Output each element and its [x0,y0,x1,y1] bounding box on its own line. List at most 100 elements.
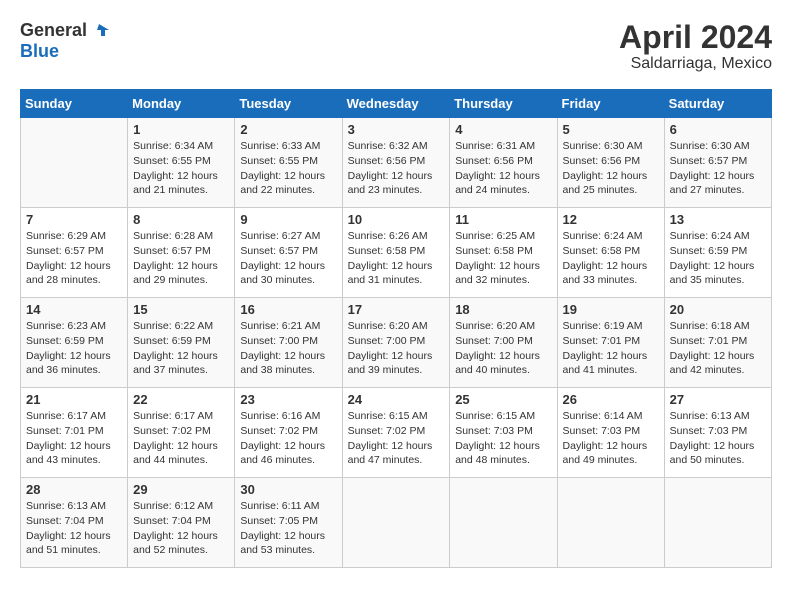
table-row: 3 Sunrise: 6:32 AMSunset: 6:56 PMDaylight… [342,118,450,208]
calendar-title: April 2024 [619,20,772,55]
col-wednesday: Wednesday [342,90,450,118]
cell-date: 1 [133,122,229,137]
table-row: 16 Sunrise: 6:21 AMSunset: 7:00 PMDayligh… [235,298,342,388]
cell-info: Sunrise: 6:33 AMSunset: 6:55 PMDaylight:… [240,139,336,198]
table-row [21,118,128,208]
cell-date: 30 [240,482,336,497]
table-row: 13 Sunrise: 6:24 AMSunset: 6:59 PMDayligh… [664,208,771,298]
calendar-week-row: 7Sunrise: 6:29 AMSunset: 6:57 PMDaylight… [21,208,772,298]
table-row: 21Sunrise: 6:17 AMSunset: 7:01 PMDayligh… [21,388,128,478]
table-row: 22 Sunrise: 6:17 AMSunset: 7:02 PMDayligh… [128,388,235,478]
cell-date: 15 [133,302,229,317]
cell-date: 22 [133,392,229,407]
cell-date: 14 [26,302,122,317]
cell-info: Sunrise: 6:15 AMSunset: 7:02 PMDaylight:… [348,409,445,468]
cell-date: 29 [133,482,229,497]
table-row [450,478,557,568]
cell-date: 13 [670,212,766,227]
cell-date: 23 [240,392,336,407]
table-row: 2 Sunrise: 6:33 AMSunset: 6:55 PMDaylight… [235,118,342,208]
table-row: 27 Sunrise: 6:13 AMSunset: 7:03 PMDayligh… [664,388,771,478]
cell-date: 17 [348,302,445,317]
table-row: 5Sunrise: 6:30 AMSunset: 6:56 PMDaylight… [557,118,664,208]
cell-info: Sunrise: 6:24 AMSunset: 6:59 PMDaylight:… [670,229,766,288]
table-row: 1Sunrise: 6:34 AMSunset: 6:55 PMDaylight… [128,118,235,208]
cell-info: Sunrise: 6:31 AMSunset: 6:56 PMDaylight:… [455,139,551,198]
cell-date: 27 [670,392,766,407]
table-row: 15 Sunrise: 6:22 AMSunset: 6:59 PMDayligh… [128,298,235,388]
table-row: 11 Sunrise: 6:25 AMSunset: 6:58 PMDayligh… [450,208,557,298]
col-saturday: Saturday [664,90,771,118]
cell-info: Sunrise: 6:13 AMSunset: 7:04 PMDaylight:… [26,499,122,558]
cell-date: 16 [240,302,336,317]
col-monday: Monday [128,90,235,118]
logo-general-text: General [20,21,87,41]
cell-info: Sunrise: 6:20 AMSunset: 7:00 PMDaylight:… [348,319,445,378]
cell-date: 20 [670,302,766,317]
table-row [557,478,664,568]
cell-date: 6 [670,122,766,137]
cell-info: Sunrise: 6:30 AMSunset: 6:57 PMDaylight:… [670,139,766,198]
calendar-subtitle: Saldarriaga, Mexico [619,55,772,73]
col-thursday: Thursday [450,90,557,118]
table-row: 7Sunrise: 6:29 AMSunset: 6:57 PMDaylight… [21,208,128,298]
cell-info: Sunrise: 6:12 AMSunset: 7:04 PMDaylight:… [133,499,229,558]
cell-date: 11 [455,212,551,227]
cell-date: 4 [455,122,551,137]
cell-info: Sunrise: 6:20 AMSunset: 7:00 PMDaylight:… [455,319,551,378]
cell-date: 18 [455,302,551,317]
cell-info: Sunrise: 6:28 AMSunset: 6:57 PMDaylight:… [133,229,229,288]
table-row: 8Sunrise: 6:28 AMSunset: 6:57 PMDaylight… [128,208,235,298]
cell-info: Sunrise: 6:32 AMSunset: 6:56 PMDaylight:… [348,139,445,198]
calendar-week-row: 1Sunrise: 6:34 AMSunset: 6:55 PMDaylight… [21,118,772,208]
table-row: 25 Sunrise: 6:15 AMSunset: 7:03 PMDayligh… [450,388,557,478]
table-row: 14 Sunrise: 6:23 AMSunset: 6:59 PMDayligh… [21,298,128,388]
table-row: 26 Sunrise: 6:14 AMSunset: 7:03 PMDayligh… [557,388,664,478]
cell-info: Sunrise: 6:25 AMSunset: 6:58 PMDaylight:… [455,229,551,288]
calendar-week-row: 28 Sunrise: 6:13 AMSunset: 7:04 PMDayligh… [21,478,772,568]
cell-info: Sunrise: 6:17 AMSunset: 7:02 PMDaylight:… [133,409,229,468]
cell-info: Sunrise: 6:22 AMSunset: 6:59 PMDaylight:… [133,319,229,378]
cell-date: 2 [240,122,336,137]
cell-date: 24 [348,392,445,407]
logo: General Blue [20,20,109,62]
cell-date: 28 [26,482,122,497]
calendar-week-row: 21Sunrise: 6:17 AMSunset: 7:01 PMDayligh… [21,388,772,478]
cell-date: 21 [26,392,122,407]
cell-info: Sunrise: 6:26 AMSunset: 6:58 PMDaylight:… [348,229,445,288]
table-row: 23 Sunrise: 6:16 AMSunset: 7:02 PMDayligh… [235,388,342,478]
table-row: 24 Sunrise: 6:15 AMSunset: 7:02 PMDayligh… [342,388,450,478]
table-row: 28 Sunrise: 6:13 AMSunset: 7:04 PMDayligh… [21,478,128,568]
cell-info: Sunrise: 6:19 AMSunset: 7:01 PMDaylight:… [563,319,659,378]
cell-info: Sunrise: 6:18 AMSunset: 7:01 PMDaylight:… [670,319,766,378]
logo-bird-icon [87,20,109,42]
cell-info: Sunrise: 6:24 AMSunset: 6:58 PMDaylight:… [563,229,659,288]
table-row [342,478,450,568]
cell-date: 7 [26,212,122,227]
cell-date: 19 [563,302,659,317]
col-tuesday: Tuesday [235,90,342,118]
cell-info: Sunrise: 6:15 AMSunset: 7:03 PMDaylight:… [455,409,551,468]
cell-date: 25 [455,392,551,407]
table-row: 12Sunrise: 6:24 AMSunset: 6:58 PMDayligh… [557,208,664,298]
cell-date: 26 [563,392,659,407]
cell-info: Sunrise: 6:14 AMSunset: 7:03 PMDaylight:… [563,409,659,468]
table-row: 30 Sunrise: 6:11 AMSunset: 7:05 PMDayligh… [235,478,342,568]
table-row: 4 Sunrise: 6:31 AMSunset: 6:56 PMDaylight… [450,118,557,208]
cell-info: Sunrise: 6:21 AMSunset: 7:00 PMDaylight:… [240,319,336,378]
cell-info: Sunrise: 6:13 AMSunset: 7:03 PMDaylight:… [670,409,766,468]
table-row: 29 Sunrise: 6:12 AMSunset: 7:04 PMDayligh… [128,478,235,568]
cell-date: 3 [348,122,445,137]
calendar-header-row: Sunday Monday Tuesday Wednesday Thursday… [21,90,772,118]
logo-blue-text: Blue [20,42,109,62]
col-friday: Friday [557,90,664,118]
cell-info: Sunrise: 6:16 AMSunset: 7:02 PMDaylight:… [240,409,336,468]
table-row: 9Sunrise: 6:27 AMSunset: 6:57 PMDaylight… [235,208,342,298]
table-row: 6 Sunrise: 6:30 AMSunset: 6:57 PMDaylight… [664,118,771,208]
cell-info: Sunrise: 6:30 AMSunset: 6:56 PMDaylight:… [563,139,659,198]
table-row: 20 Sunrise: 6:18 AMSunset: 7:01 PMDayligh… [664,298,771,388]
cell-info: Sunrise: 6:23 AMSunset: 6:59 PMDaylight:… [26,319,122,378]
page-header: General Blue April 2024 Saldarriaga, Mex… [20,20,772,73]
cell-info: Sunrise: 6:11 AMSunset: 7:05 PMDaylight:… [240,499,336,558]
col-sunday: Sunday [21,90,128,118]
